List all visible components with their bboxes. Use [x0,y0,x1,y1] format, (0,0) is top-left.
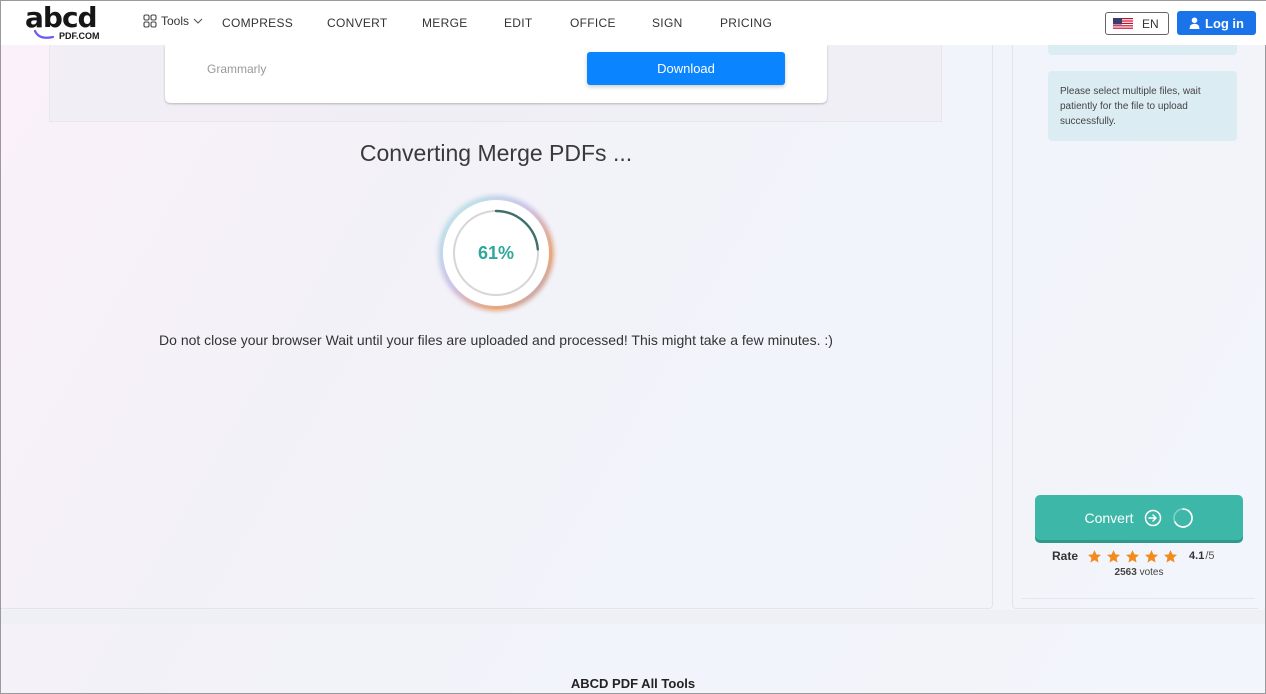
footer-title: ABCD PDF All Tools [570,676,696,691]
rating-stars [1087,549,1178,564]
language-code: EN [1142,16,1159,31]
arrow-circle-right-icon [1144,509,1161,526]
user-icon [1189,17,1200,29]
nav-convert[interactable]: CONVERT [327,16,388,30]
votes-count: 2563 [1114,567,1137,578]
star-icon[interactable] [1106,549,1121,564]
nav-compress[interactable]: COMPRESS [222,16,293,30]
convert-label: Convert [1084,509,1134,526]
star-icon[interactable] [1087,549,1102,564]
us-flag-icon [1113,17,1133,30]
wait-message: Do not close your browser Wait until you… [159,332,833,348]
language-selector[interactable]: EN [1105,12,1169,35]
nav-merge[interactable]: MERGE [422,16,468,30]
nav-office[interactable]: OFFICE [570,16,616,30]
rate-label: Rate [1052,549,1079,563]
rating-row: Rate 4.1 /5 [1052,547,1215,565]
nav-pricing[interactable]: PRICING [720,16,772,30]
chevron-down-icon [193,18,203,24]
loading-spinner-icon [1172,507,1193,528]
votes-label: votes [1139,567,1164,578]
upload-info-box: Please select multiple files, wait patie… [1048,71,1237,141]
progress-percent: 61% [477,242,515,263]
nav-edit[interactable]: EDIT [504,16,533,30]
rating-score: 4.1 [1189,550,1205,562]
star-icon[interactable] [1163,549,1178,564]
footer-separator [1,610,1265,624]
logo-word: abcd [25,1,98,34]
sidebar-divider [1021,598,1255,599]
logo-subtext: PDF.COM [59,31,100,41]
converting-title: Converting Merge PDFs ... [359,140,633,166]
login-label: Log in [1205,15,1244,31]
grid-icon [143,14,157,28]
logo-swoosh-icon [33,29,55,39]
star-icon[interactable] [1125,549,1140,564]
ad-brand[interactable]: Grammarly [207,62,266,76]
site-logo[interactable]: abcd PDF.COM [25,4,109,44]
tools-menu[interactable]: Tools [143,14,203,28]
rating-max: /5 [1205,550,1215,562]
sidebar-top-box [1048,45,1237,55]
nav-sign[interactable]: SIGN [652,16,683,30]
tools-label: Tools [161,14,190,28]
convert-button[interactable]: Convert [1035,495,1243,540]
star-icon[interactable] [1144,549,1159,564]
top-header: abcd PDF.COM Tools COMPRESS CONVERT MERG… [1,1,1266,45]
login-button[interactable]: Log in [1177,11,1256,35]
progress-ring: 61% [434,191,558,315]
votes-count-line: 2563 votes [1035,567,1243,578]
ad-download-button[interactable]: Download [587,52,785,85]
